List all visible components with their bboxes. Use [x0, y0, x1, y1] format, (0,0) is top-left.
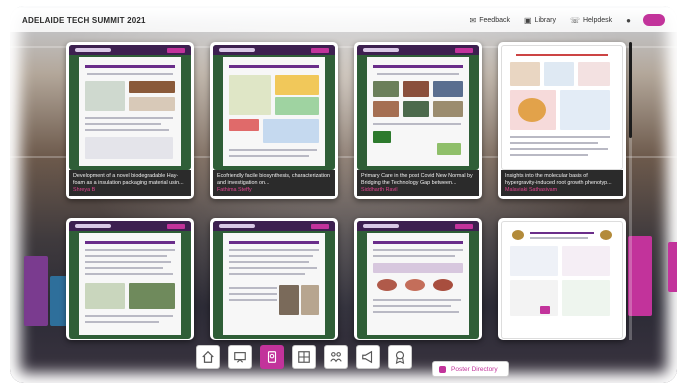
announcement-icon[interactable]	[356, 345, 380, 369]
poster-thumbnail[interactable]	[501, 221, 623, 339]
scrollbar-thumb[interactable]	[629, 42, 632, 138]
poster-card[interactable]: Development of a novel biodegradable Hay…	[66, 42, 194, 199]
chat-icon: ✉	[469, 15, 477, 25]
poster-directory-button[interactable]: Poster Directory	[432, 361, 509, 377]
feedback-label: Feedback	[479, 16, 510, 24]
megaphone-icon: ☏	[569, 15, 580, 25]
poster-thumbnail[interactable]	[501, 45, 623, 170]
poster-author: Siddharth Ravil	[361, 187, 398, 193]
poster-card[interactable]	[66, 218, 194, 340]
event-title: ADELAIDE TECH SUMMIT 2021	[22, 15, 146, 25]
networking-icon[interactable]	[324, 345, 348, 369]
poster-author: Shreya B	[73, 187, 96, 193]
briefcase-icon: ▣	[523, 15, 532, 25]
notification-link[interactable]: ●	[626, 16, 631, 25]
user-avatar[interactable]	[643, 14, 665, 26]
home-icon[interactable]	[196, 345, 220, 369]
poster-card[interactable]	[354, 218, 482, 340]
poster-title: Primary Care in the post Covid New Norma…	[361, 173, 473, 186]
poster-author: Malaviaki Sathasivam	[505, 187, 558, 193]
poster-title: Insights into the molecular basis of hyp…	[505, 173, 612, 186]
directory-icon	[439, 365, 446, 373]
poster-thumbnail[interactable]	[357, 45, 479, 170]
poster-title: Development of a novel biodegradable Hay…	[73, 173, 184, 186]
side-panel-tab[interactable]	[668, 242, 677, 292]
bottom-toolbar	[196, 345, 412, 373]
booths-icon[interactable]	[292, 345, 316, 369]
poster-title: Ecofriendly facile biosynthesis, charact…	[217, 173, 330, 186]
top-bar: ADELAIDE TECH SUMMIT 2021 ✉ Feedback ▣ L…	[10, 8, 677, 32]
poster-directory-label: Poster Directory	[451, 365, 498, 373]
poster-card[interactable]	[210, 218, 338, 340]
library-link[interactable]: ▣ Library	[524, 16, 556, 25]
library-label: Library	[534, 16, 556, 24]
helpdesk-link[interactable]: ☏ Helpdesk	[570, 16, 612, 25]
poster-author: Fathima Steffy	[217, 187, 252, 193]
poster-card[interactable]: Primary Care in the post Covid New Norma…	[354, 42, 482, 199]
poster-thumbnail[interactable]	[213, 45, 335, 170]
poster-thumbnail[interactable]	[357, 221, 479, 339]
award-icon[interactable]	[388, 345, 412, 369]
feedback-link[interactable]: ✉ Feedback	[470, 16, 510, 25]
poster-thumbnail[interactable]	[69, 45, 191, 170]
poster-thumbnail[interactable]	[213, 221, 335, 339]
poster-icon[interactable]	[260, 345, 284, 369]
poster-card[interactable]: Ecofriendly facile biosynthesis, charact…	[210, 42, 338, 199]
helpdesk-label: Helpdesk	[582, 16, 613, 24]
poster-grid-scrollbar[interactable]	[629, 42, 632, 340]
poster-thumbnail[interactable]	[69, 221, 191, 339]
presentation-icon[interactable]	[228, 345, 252, 369]
bell-icon: ●	[626, 15, 631, 25]
poster-card[interactable]	[498, 218, 626, 340]
poster-card[interactable]: Insights into the molecular basis of hyp…	[498, 42, 626, 199]
